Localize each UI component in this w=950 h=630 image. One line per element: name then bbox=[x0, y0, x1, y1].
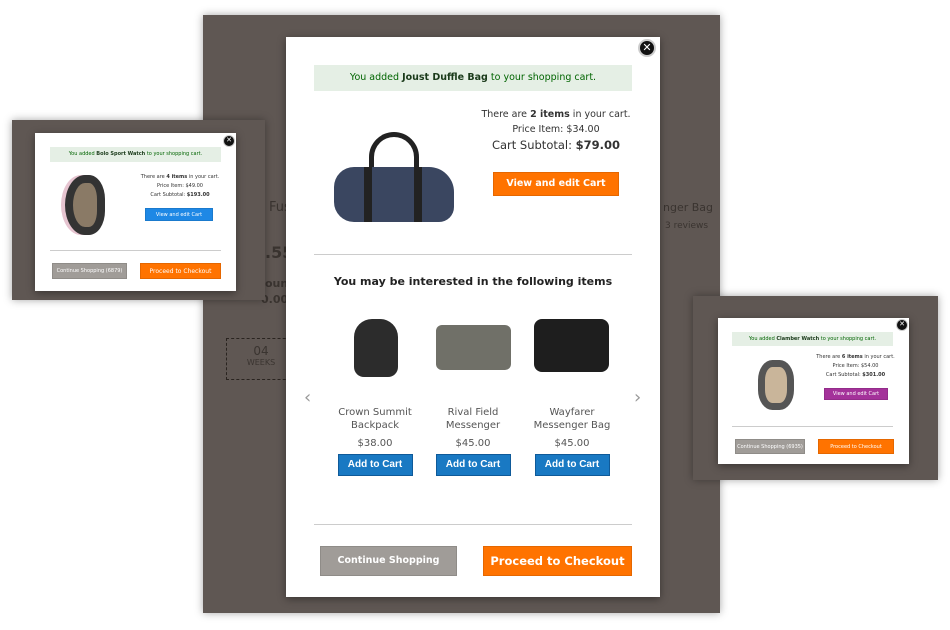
divider bbox=[50, 250, 221, 251]
product-image-watch bbox=[65, 175, 105, 235]
items-count-text: There are 2 items in your cart. bbox=[481, 109, 631, 120]
weeks-label: WEEKS bbox=[246, 358, 276, 367]
proceed-to-checkout-button[interactable]: Proceed to Checkout bbox=[140, 263, 221, 279]
related-item: Wayfarer Messenger Bag $45.00 Add to Cart bbox=[522, 406, 622, 476]
carousel-next-icon[interactable]: › bbox=[634, 387, 641, 408]
price-item: Price Item: $34.00 bbox=[512, 124, 600, 135]
close-icon[interactable]: ✕ bbox=[223, 135, 235, 147]
divider bbox=[314, 254, 632, 255]
product-image-watch bbox=[758, 360, 794, 410]
left-cart-popup: ✕ You added Bolo Sport Watch to your sho… bbox=[35, 133, 236, 291]
continue-shopping-button[interactable]: Continue Shopping (6879) bbox=[52, 263, 127, 279]
cart-info: There are 2 items in your cart. Price It… bbox=[476, 107, 636, 153]
bg-bag-name: nger Bag bbox=[663, 201, 714, 214]
cart-info: There are 4 items in your cart. Price It… bbox=[140, 174, 220, 198]
related-item: Rival Field Messenger $45.00 Add to Cart bbox=[423, 406, 523, 476]
view-cart-button[interactable]: View and edit Cart bbox=[493, 172, 619, 196]
thumb-backpack bbox=[354, 319, 398, 377]
close-icon[interactable]: ✕ bbox=[896, 319, 908, 331]
bg-discount: oun bbox=[265, 277, 289, 290]
success-message: You added Clamber Watch to your shopping… bbox=[732, 332, 893, 346]
right-cart-popup: ✕ You added Clamber Watch to your shoppi… bbox=[718, 318, 909, 464]
product-image-duffle-bag bbox=[334, 132, 454, 224]
add-to-cart-button[interactable]: Add to Cart bbox=[435, 454, 511, 476]
related-item: Crown Summit Backpack $38.00 Add to Cart bbox=[325, 406, 425, 476]
carousel-prev-icon[interactable]: ‹ bbox=[304, 387, 311, 408]
cart-info: There are 6 items in your cart. Price It… bbox=[816, 354, 895, 378]
bg-reviews: 3 reviews bbox=[665, 221, 709, 231]
thumb-messenger bbox=[436, 325, 511, 370]
success-message: You added Bolo Sport Watch to your shopp… bbox=[50, 147, 221, 162]
view-cart-button[interactable]: View and edit Cart bbox=[145, 208, 213, 221]
continue-shopping-button[interactable]: Continue Shopping (6935) bbox=[735, 439, 805, 454]
add-to-cart-button[interactable]: Add to Cart bbox=[534, 454, 610, 476]
continue-shopping-button[interactable]: Continue Shopping (6924) bbox=[320, 546, 457, 594]
success-message: You added Joust Duffle Bag to your shopp… bbox=[314, 65, 632, 91]
proceed-to-checkout-button[interactable]: Proceed to Checkout bbox=[818, 439, 894, 454]
add-to-cart-button[interactable]: Add to Cart bbox=[337, 454, 413, 476]
thumb-wayfarer bbox=[534, 319, 609, 372]
divider bbox=[314, 524, 632, 525]
proceed-to-checkout-button[interactable]: Proceed to Checkout bbox=[483, 546, 632, 576]
related-title: You may be interested in the following i… bbox=[333, 275, 613, 288]
close-icon[interactable]: ✕ bbox=[638, 39, 656, 57]
view-cart-button[interactable]: View and edit Cart bbox=[824, 388, 888, 400]
weeks-value: 04 bbox=[253, 344, 269, 358]
cart-subtotal: Cart Subtotal: $79.00 bbox=[491, 138, 621, 152]
divider bbox=[732, 426, 893, 427]
main-cart-popup: ✕ You added Joust Duffle Bag to your sho… bbox=[286, 37, 660, 597]
